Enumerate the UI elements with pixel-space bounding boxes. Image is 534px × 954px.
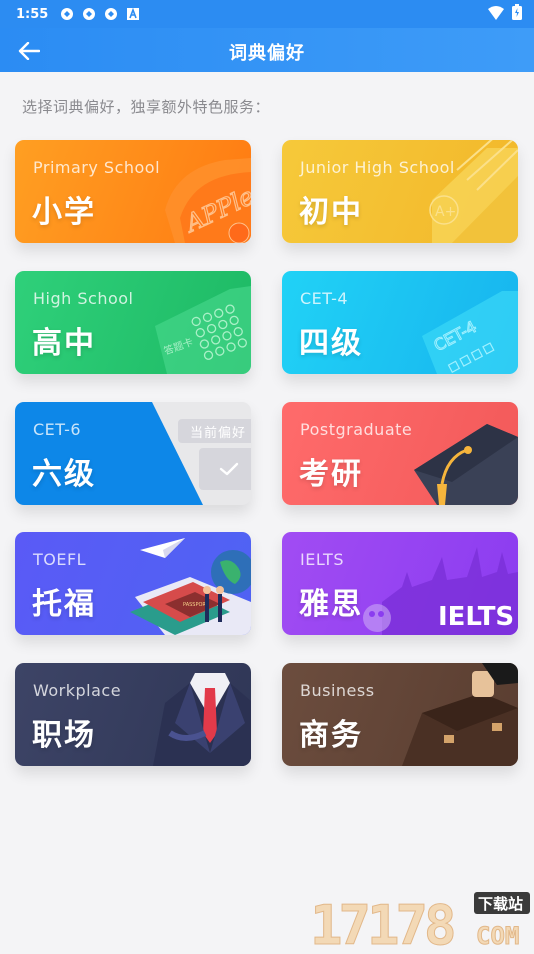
app-bar: 词典偏好 xyxy=(0,28,534,72)
card-cn-label: 托福 xyxy=(32,587,96,622)
font-icon xyxy=(126,7,140,21)
page-title: 词典偏好 xyxy=(229,43,305,64)
card-junior-high-school[interactable]: A+ Junior High School 初中 xyxy=(282,140,518,243)
ielts-art-text: IELTS xyxy=(438,602,514,632)
card-en-label: High School xyxy=(33,289,134,308)
card-en-label: TOEFL xyxy=(33,550,87,569)
preference-hint: 选择词典偏好，独享额外特色服务： xyxy=(22,98,271,116)
card-postgraduate[interactable]: Postgraduate 考研 xyxy=(282,402,518,505)
status-time: 1:55 xyxy=(16,6,49,22)
check-icon xyxy=(219,462,239,476)
watermark-domain: COM xyxy=(476,922,519,950)
card-en-label: Junior High School xyxy=(300,158,455,177)
card-cn-label: 高中 xyxy=(32,326,96,361)
card-high-school[interactable]: 答题卡 High School 高中 xyxy=(15,271,251,374)
card-en-label: Business xyxy=(300,681,375,700)
current-preference-badge: 当前偏好 xyxy=(178,419,251,443)
watermark-number: 17178 xyxy=(310,894,454,950)
svg-text:A+: A+ xyxy=(435,204,456,220)
card-cn-label: 六级 xyxy=(32,457,96,492)
sync-icon xyxy=(82,7,96,21)
battery-icon xyxy=(512,4,522,24)
card-cn-label: 初中 xyxy=(299,195,363,230)
card-cn-label: 小学 xyxy=(32,195,96,230)
card-ielts[interactable]: IELTS IELTS 雅思 xyxy=(282,532,518,635)
selected-check xyxy=(199,448,251,490)
card-cn-label: 考研 xyxy=(299,457,363,492)
card-cn-label: 四级 xyxy=(299,326,363,361)
card-en-label: CET-4 xyxy=(300,289,349,308)
status-bar: 1:55 xyxy=(0,0,534,28)
sync-icon xyxy=(60,7,74,21)
wifi-icon xyxy=(488,5,504,24)
card-cn-label: 职场 xyxy=(32,718,96,753)
card-cn-label: 雅思 xyxy=(299,587,363,622)
card-cet6[interactable]: CET-6 六级 当前偏好 xyxy=(15,402,251,505)
card-cet4[interactable]: CET-4 CET-4 四级 xyxy=(282,271,518,374)
card-en-label: Workplace xyxy=(33,681,122,700)
card-en-label: Primary School xyxy=(33,158,161,177)
sync-icon xyxy=(104,7,118,21)
card-en-label: Postgraduate xyxy=(300,420,413,439)
card-en-label: CET-6 xyxy=(33,420,82,439)
card-cn-label: 商务 xyxy=(299,718,363,753)
card-en-label: IELTS xyxy=(300,550,344,569)
watermark-tag: 下载站 xyxy=(478,895,523,913)
card-primary-school[interactable]: APPle Primary School 小学 xyxy=(15,140,251,243)
watermark-logo: 17178 下载站 COM xyxy=(308,886,534,954)
card-workplace[interactable]: Workplace 职场 xyxy=(15,663,251,766)
card-toefl[interactable]: PASSPORT TOEFL 托福 xyxy=(15,532,251,635)
card-business[interactable]: Business 商务 xyxy=(282,663,518,766)
